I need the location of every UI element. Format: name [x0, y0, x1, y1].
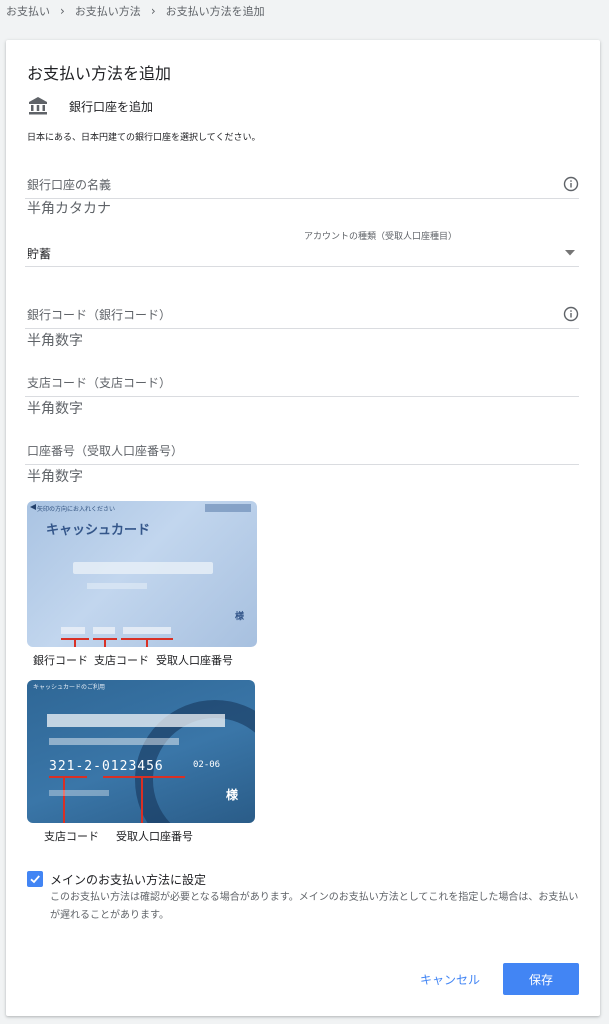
branch-code-label: 支店コード（支店コード）: [27, 376, 172, 390]
branch-code-marker-line: [104, 638, 106, 647]
divider: [25, 328, 579, 329]
account-name-field: 銀行口座の名義: [25, 172, 579, 220]
blurred-branch-code-digits: [93, 627, 115, 634]
divider: [25, 464, 579, 465]
blurred-text: [87, 583, 147, 589]
card-holder-suffix: 様: [235, 612, 245, 622]
set-default-description: このお支払い方法は確認が必要となる場合があります。メインのお支払い方法としてこれ…: [50, 892, 579, 921]
blurred-logo: [205, 504, 251, 512]
blurred-name: [47, 714, 225, 727]
info-icon[interactable]: [563, 306, 579, 322]
card-header-text: キャッシュカードのご利用: [33, 684, 106, 691]
account-name-label: 銀行口座の名義: [27, 178, 112, 192]
caption-account-number: 受取人口座番号: [116, 830, 193, 843]
card-expiry: 02-06: [193, 760, 221, 770]
divider: [25, 266, 579, 267]
account-number-input[interactable]: [25, 466, 579, 488]
bank-code-marker-line: [74, 638, 76, 647]
cancel-button[interactable]: キャンセル: [412, 963, 488, 995]
chevron-right-icon: ›: [60, 4, 65, 18]
account-number-marker-line: [141, 776, 143, 823]
bank-code-label: 銀行コード（銀行コード）: [27, 308, 172, 322]
info-icon[interactable]: [563, 176, 579, 192]
card-title: キャッシュカード: [46, 523, 151, 538]
breadcrumb-item-payments[interactable]: お支払い: [6, 3, 50, 19]
breadcrumb-item-add-payment-method: お支払い方法を追加: [165, 5, 265, 18]
branch-code-field: 支店コード（支店コード）: [25, 370, 579, 420]
branch-code-marker: [49, 776, 87, 778]
dropdown-arrow-icon: [565, 250, 575, 256]
account-number-label: 口座番号（受取人口座番号）: [27, 444, 184, 458]
account-number-marker: [103, 776, 185, 778]
cash-card-example-back: キャッシュカードのご利用 321-2-0123456 02-06 様: [27, 680, 255, 823]
bank-icon: [29, 97, 47, 115]
save-button[interactable]: 保存: [503, 963, 579, 995]
set-default-label[interactable]: メインのお支払い方法に設定: [50, 871, 206, 888]
breadcrumb: お支払い › お支払い方法 › お支払い方法を追加: [6, 2, 265, 20]
breadcrumb-item-payment-methods[interactable]: お支払い方法: [75, 3, 141, 19]
account-name-input[interactable]: [25, 198, 579, 220]
account-number-marker-line: [146, 638, 148, 647]
add-payment-method-card: お支払い方法を追加 銀行口座を追加 日本にある、日本円建ての銀行口座を選択してく…: [6, 40, 600, 1016]
caption-bank-code: 銀行コード: [33, 654, 88, 667]
branch-code-marker-line: [63, 776, 65, 823]
payment-method-type: 銀行口座を追加: [27, 95, 153, 117]
card-holder-suffix: 様: [226, 788, 239, 802]
method-label: 銀行口座を追加: [69, 99, 154, 114]
blurred-text: [49, 738, 179, 745]
bank-code-input[interactable]: [25, 330, 579, 352]
blurred-bank-code-digits: [61, 627, 85, 634]
account-type-select[interactable]: 貯蓄: [25, 240, 579, 267]
account-type-value: 貯蓄: [27, 247, 52, 261]
blurred-name: [73, 562, 213, 574]
insert-arrow-icon: [30, 504, 36, 510]
card-number: 321-2-0123456: [49, 759, 164, 774]
account-number-field: 口座番号（受取人口座番号）: [25, 438, 579, 488]
chevron-right-icon: ›: [150, 4, 156, 18]
card-header-text: 矢印の方向にお入れください: [37, 506, 116, 513]
caption-branch-code: 支店コード: [94, 654, 149, 667]
caption-branch-code: 支店コード: [44, 830, 99, 843]
blurred-text: [49, 790, 109, 796]
branch-code-input[interactable]: [25, 398, 579, 420]
set-default-checkbox[interactable]: [27, 871, 43, 887]
bank-code-field: 銀行コード（銀行コード）: [25, 302, 579, 352]
blurred-account-number-digits: [123, 627, 171, 634]
cash-card-example-front: 矢印の方向にお入れください キャッシュカード 様: [27, 501, 257, 647]
page-title: お支払い方法を追加: [27, 64, 172, 83]
instruction-text: 日本にある、日本円建ての銀行口座を選択してください。: [27, 133, 261, 143]
caption-account-number: 受取人口座番号: [156, 654, 233, 667]
divider: [25, 396, 579, 397]
checkmark-icon: [30, 875, 40, 884]
